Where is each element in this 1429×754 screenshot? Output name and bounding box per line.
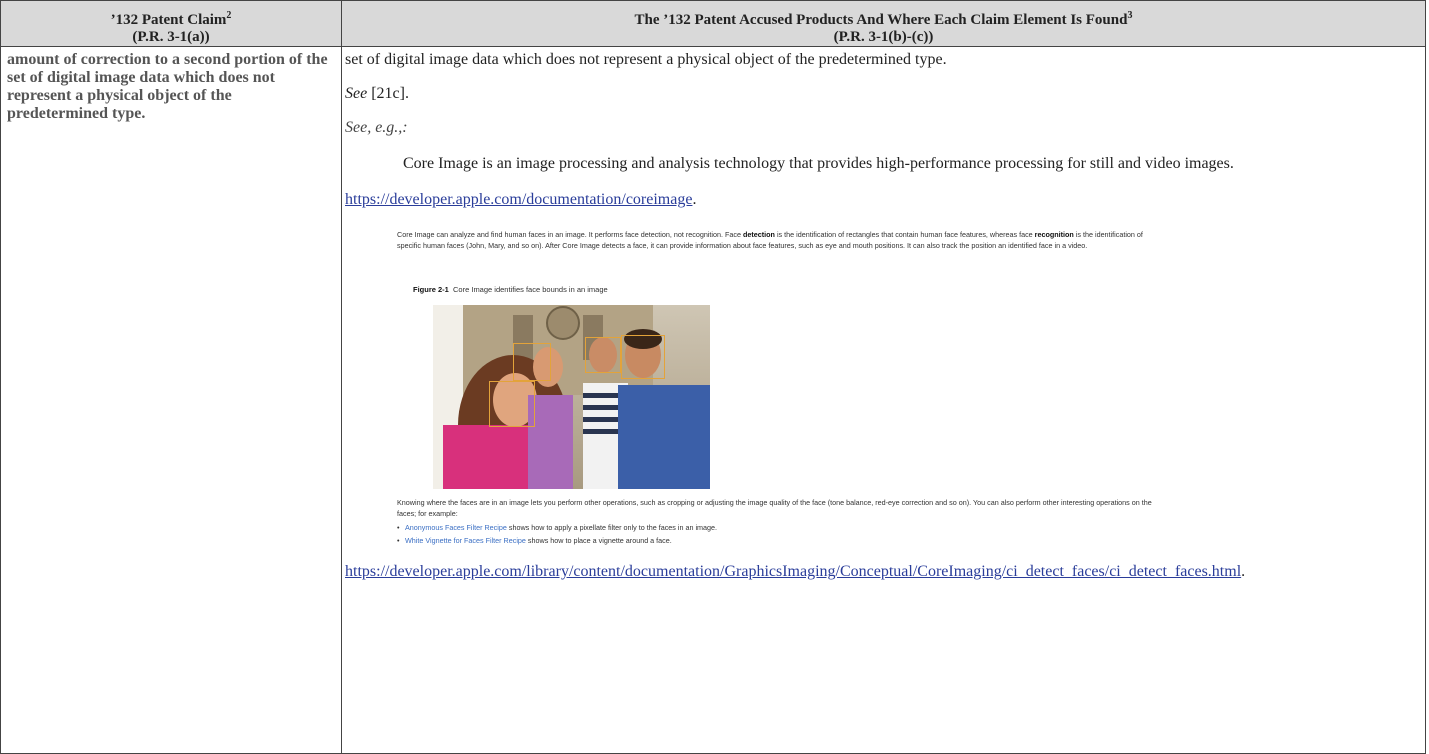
figure-caption: Figure 2-1 Core Image identifies face bo… bbox=[413, 285, 608, 294]
anonymous-faces-link[interactable]: Anonymous Faces Filter Recipe bbox=[405, 523, 507, 532]
list-item-text: shows how to place a vignette around a f… bbox=[525, 536, 672, 545]
excerpt-text: is the identification of rectangles that… bbox=[774, 230, 1035, 239]
header-row: ’132 Patent Claim2 (P.R. 3-1(a)) The ’13… bbox=[0, 0, 1426, 47]
claim-chart-table: ’132 Patent Claim2 (P.R. 3-1(a)) The ’13… bbox=[0, 0, 1426, 754]
excerpt-paragraph-1: Core Image can analyze and find human fa… bbox=[397, 229, 1157, 251]
bullet: • bbox=[397, 536, 400, 545]
figure-label: Figure 2-1 bbox=[413, 285, 449, 294]
url-line-2: https://developer.apple.com/library/cont… bbox=[345, 563, 1421, 581]
url2-suffix: . bbox=[1241, 563, 1246, 580]
footnote-marker-2: 2 bbox=[226, 10, 232, 21]
claim-row: amount of correction to a second portion… bbox=[0, 46, 1426, 754]
header-claim: ’132 Patent Claim2 (P.R. 3-1(a)) bbox=[0, 0, 342, 47]
face-box-girl bbox=[513, 343, 551, 381]
apple-doc-excerpt: Core Image can analyze and find human fa… bbox=[345, 229, 1425, 545]
see-reference: See [21c]. bbox=[345, 85, 1421, 103]
bullet: • bbox=[397, 523, 400, 532]
list-item-text: shows how to apply a pixellate filter on… bbox=[506, 523, 718, 532]
figure-caption-text: Core Image identifies face bounds in an … bbox=[453, 285, 608, 294]
evidence-cell: set of digital image data which does not… bbox=[341, 46, 1426, 754]
recipe-list: • Anonymous Faces Filter Recipe shows how… bbox=[397, 521, 1157, 547]
excerpt-bold-detection: detection bbox=[743, 230, 775, 239]
url-line-1: https://developer.apple.com/documentatio… bbox=[345, 191, 1421, 209]
face-box-boy bbox=[585, 337, 621, 373]
see-eg: See, e.g.,: bbox=[345, 119, 408, 136]
coreimage-link[interactable]: https://developer.apple.com/documentatio… bbox=[345, 191, 692, 208]
core-image-quote: Core Image is an image processing and an… bbox=[403, 155, 1234, 172]
list-item: • Anonymous Faces Filter Recipe shows how… bbox=[397, 521, 1157, 534]
footnote-marker-3: 3 bbox=[1127, 10, 1133, 21]
see-ref: [21c]. bbox=[367, 85, 409, 102]
excerpt-paragraph-2: Knowing where the faces are in an image … bbox=[397, 498, 1152, 518]
face-detection-photo bbox=[433, 305, 710, 489]
header-evidence-title: The ’132 Patent Accused Products And Whe… bbox=[634, 12, 1128, 28]
header-claim-title: ’132 Patent Claim bbox=[110, 12, 227, 28]
see-label: See bbox=[345, 85, 368, 102]
list-item: • White Vignette for Faces Filter Recipe … bbox=[397, 534, 1157, 547]
claim-text: amount of correction to a second portion… bbox=[0, 46, 342, 754]
url1-suffix: . bbox=[692, 191, 697, 208]
header-evidence: The ’132 Patent Accused Products And Whe… bbox=[341, 0, 1426, 47]
excerpt-bold-recognition: recognition bbox=[1034, 230, 1074, 239]
detect-faces-link[interactable]: https://developer.apple.com/library/cont… bbox=[345, 563, 1241, 580]
face-box-woman bbox=[489, 381, 535, 427]
header-claim-rule: (P.R. 3-1(a)) bbox=[132, 29, 210, 45]
excerpt-text: Core Image can analyze and find human fa… bbox=[397, 230, 743, 239]
family-photo-illustration bbox=[433, 305, 710, 489]
face-box-man bbox=[621, 335, 665, 379]
evidence-continuation: set of digital image data which does not… bbox=[345, 51, 947, 68]
white-vignette-link[interactable]: White Vignette for Faces Filter Recipe bbox=[405, 536, 526, 545]
header-evidence-rule: (P.R. 3-1(b)-(c)) bbox=[833, 29, 934, 45]
